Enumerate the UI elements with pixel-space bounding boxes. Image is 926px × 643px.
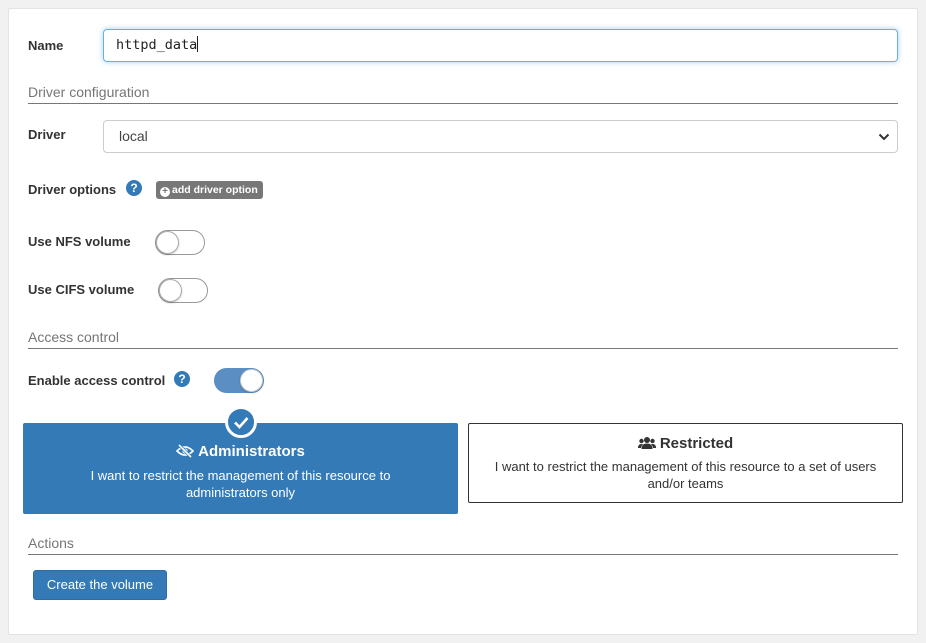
enable-access-control-toggle[interactable] <box>214 368 264 393</box>
restricted-description: I want to restrict the management of thi… <box>494 459 877 491</box>
restricted-option[interactable]: Restricted I want to restrict the manage… <box>468 423 903 503</box>
toggle-knob <box>240 369 263 392</box>
administrators-title: Administrators <box>198 443 305 460</box>
question-circle-icon[interactable]: ? <box>126 180 142 196</box>
driver-select[interactable]: local <box>103 120 898 153</box>
add-driver-option-button[interactable]: + add driver option <box>156 181 263 199</box>
plus-circle-icon: + <box>160 187 170 197</box>
restricted-title: Restricted <box>659 435 734 452</box>
administrators-description: I want to restrict the management of thi… <box>90 468 391 500</box>
driver-options-label: Driver options <box>28 182 117 197</box>
enable-access-control-label: Enable access control <box>28 373 166 388</box>
restricted-title-row: Restricted <box>469 435 902 452</box>
selected-check-icon <box>225 406 257 438</box>
driver-select-value: local <box>119 128 148 144</box>
question-circle-icon[interactable]: ? <box>174 371 190 387</box>
use-nfs-toggle[interactable] <box>155 230 205 255</box>
driver-configuration-heading: Driver configuration <box>28 84 898 104</box>
add-driver-option-label: add driver option <box>172 184 258 196</box>
chevron-down-icon <box>878 133 890 141</box>
text-caret <box>197 36 199 52</box>
administrators-title-row: Administrators <box>23 443 458 460</box>
users-icon <box>637 437 656 449</box>
access-control-heading: Access control <box>28 329 898 349</box>
eye-slash-icon <box>176 444 195 458</box>
use-cifs-label: Use CIFS volume <box>28 282 135 297</box>
name-label: Name <box>28 38 64 53</box>
toggle-knob <box>156 231 179 254</box>
driver-label: Driver <box>28 127 66 142</box>
create-volume-button[interactable]: Create the volume <box>33 570 167 600</box>
toggle-knob <box>159 279 182 302</box>
name-input-value: httpd_data <box>116 37 198 53</box>
volume-form-panel: Name httpd_data Driver configuration Dri… <box>8 8 918 635</box>
use-cifs-toggle[interactable] <box>158 278 208 303</box>
name-input[interactable]: httpd_data <box>103 29 898 62</box>
check-mark <box>234 417 249 429</box>
use-nfs-label: Use NFS volume <box>28 234 131 249</box>
actions-heading: Actions <box>28 535 898 555</box>
